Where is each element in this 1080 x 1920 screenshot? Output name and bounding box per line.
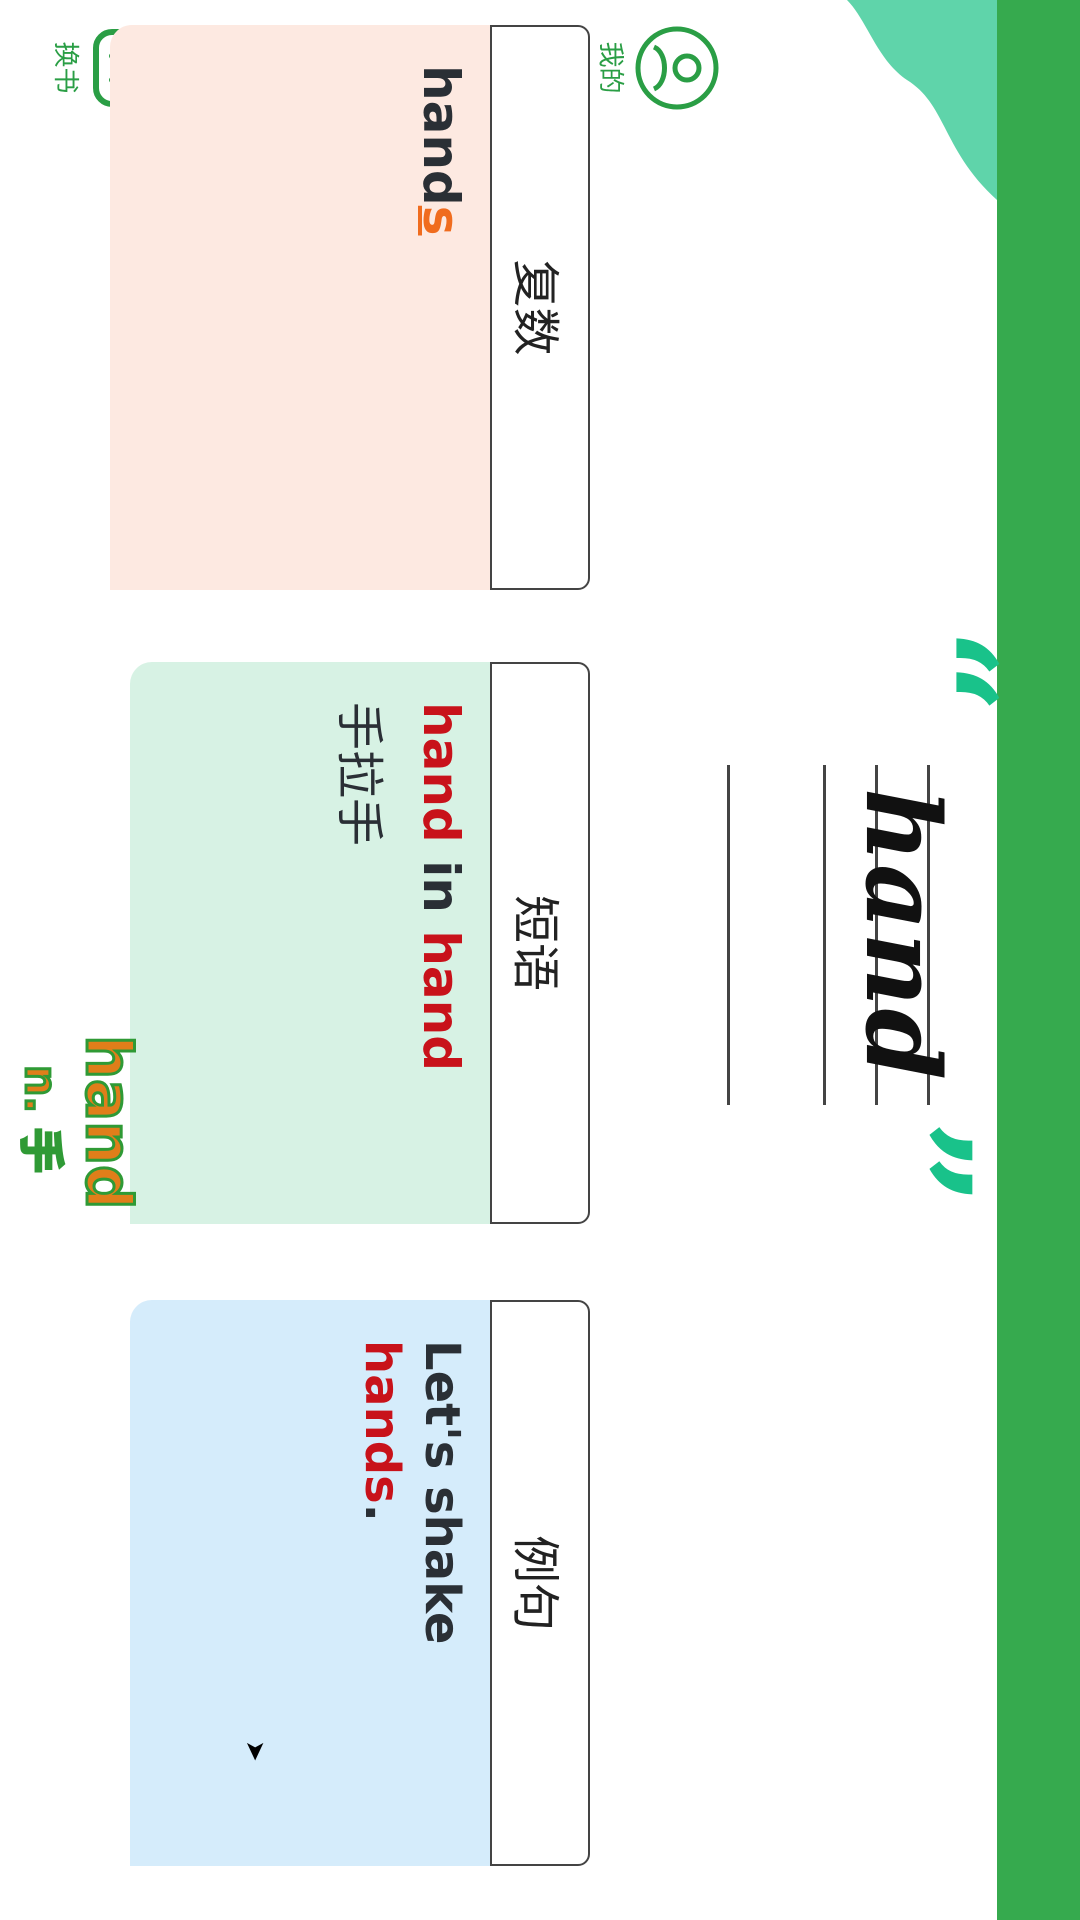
overlay-word: hand — [71, 1034, 147, 1212]
card-example: Let's shake hands. — [130, 1300, 490, 1866]
phrase-word-3: hand — [412, 930, 470, 1072]
card-header-example: 例句 — [490, 1300, 590, 1866]
phrase-meaning: 手拉手 — [331, 702, 388, 847]
example-period: . — [354, 1503, 410, 1522]
overlay-meaning: n. 手 — [14, 1064, 68, 1174]
headword-script[interactable]: hand — [842, 765, 962, 1105]
nav-label: 我的 — [595, 41, 625, 94]
mouse-cursor-icon: ➤ — [240, 1740, 270, 1762]
nav-label: 换书 — [50, 41, 80, 94]
phrase-word-2: in — [412, 842, 470, 931]
card-plural: hands — [110, 25, 490, 590]
example-highlight: hands — [354, 1340, 410, 1504]
rotated-stage: 换书 单元 听写 我的 “ ” hand 复数 hands 短语 — [0, 0, 1080, 1920]
card-phrase: hand in hand 手拉手 — [130, 662, 490, 1224]
close-quote: ” — [827, 1120, 1003, 1207]
plural-stem: hand — [412, 65, 470, 206]
user-icon — [620, 10, 735, 125]
phrase-word-1: hand — [412, 702, 470, 843]
card-header-phrase: 短语 — [490, 662, 590, 1224]
card-header-plural: 复数 — [490, 25, 590, 590]
example-line-2: hands. — [352, 1340, 412, 1826]
open-quote: “ — [852, 628, 1028, 715]
example-line-1: Let's shake — [414, 1340, 470, 1645]
phrase-text: hand in hand — [410, 702, 473, 1184]
plural-text: hands — [410, 65, 473, 550]
plural-suffix: s — [412, 205, 470, 236]
